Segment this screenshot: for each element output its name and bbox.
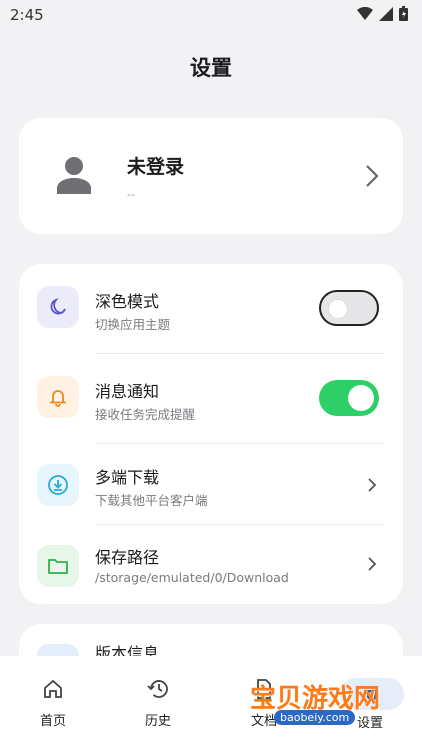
history-icon <box>147 680 168 698</box>
wifi-icon <box>357 6 373 20</box>
folder-icon-box <box>37 545 79 587</box>
download-icon <box>48 475 68 495</box>
moon-icon <box>50 297 66 315</box>
chevron-right-icon <box>368 478 377 492</box>
toggle-knob <box>348 385 374 411</box>
nav-label: 历史 <box>144 714 171 729</box>
notifications-toggle[interactable] <box>319 380 379 416</box>
chevron-right-icon <box>368 557 377 571</box>
watermark-url: baobeiy.com <box>274 710 356 725</box>
page-title: 设置 <box>190 56 232 80</box>
status-icons <box>357 6 408 21</box>
setting-subtitle: 切换应用主题 <box>95 317 171 332</box>
toggle-knob <box>328 299 348 319</box>
profile-subtitle: -- <box>127 188 135 201</box>
chevron-right-icon <box>366 165 379 187</box>
setting-save-path[interactable]: 保存路径 /storage/emulated/0/Download <box>19 525 403 609</box>
bell-icon <box>49 390 67 407</box>
nav-home[interactable]: 首页 <box>23 678 83 729</box>
setting-title: 多端下载 <box>95 468 160 487</box>
dark-mode-toggle[interactable] <box>319 290 379 326</box>
setting-subtitle: /storage/emulated/0/Download <box>95 570 289 585</box>
profile-card[interactable]: 未登录 -- <box>19 118 403 234</box>
dark-mode-icon-box <box>37 286 79 328</box>
notification-icon-box <box>37 376 79 418</box>
download-icon-box <box>37 464 79 506</box>
nav-label: 首页 <box>39 714 66 729</box>
setting-multi-download[interactable]: 多端下载 下载其他平台客户端 <box>19 444 403 528</box>
watermark-logo: 宝贝游戏网 baobeiy.com <box>250 660 410 740</box>
signal-icon <box>379 6 393 21</box>
status-time: 2:45 <box>10 6 44 24</box>
setting-subtitle: 接收任务完成提醒 <box>95 407 196 422</box>
folder-icon <box>48 559 68 574</box>
setting-title: 消息通知 <box>95 382 160 401</box>
user-avatar-icon <box>57 157 91 194</box>
setting-notifications[interactable]: 消息通知 接收任务完成提醒 <box>19 354 403 438</box>
setting-dark-mode[interactable]: 深色模式 切换应用主题 <box>19 264 403 348</box>
setting-title: 深色模式 <box>95 292 160 311</box>
battery-icon <box>399 6 408 21</box>
settings-card: 深色模式 切换应用主题 消息通知 接收任务完成提醒 多端下载 下载其他平台客户端… <box>19 264 403 604</box>
profile-name: 未登录 <box>127 156 185 178</box>
nav-history[interactable]: 历史 <box>128 678 188 729</box>
setting-title: 保存路径 <box>95 548 160 567</box>
home-icon <box>44 679 62 698</box>
setting-subtitle: 下载其他平台客户端 <box>95 493 208 508</box>
status-bar: 2:45 <box>0 0 422 30</box>
